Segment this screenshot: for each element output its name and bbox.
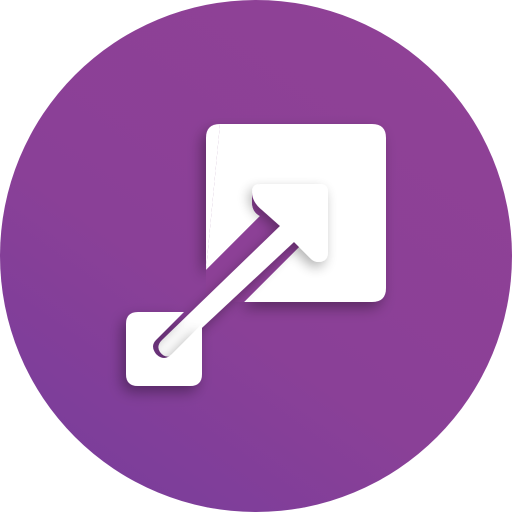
- resize-enlarge-icon[interactable]: [0, 0, 512, 512]
- app-icon-container: [0, 0, 512, 512]
